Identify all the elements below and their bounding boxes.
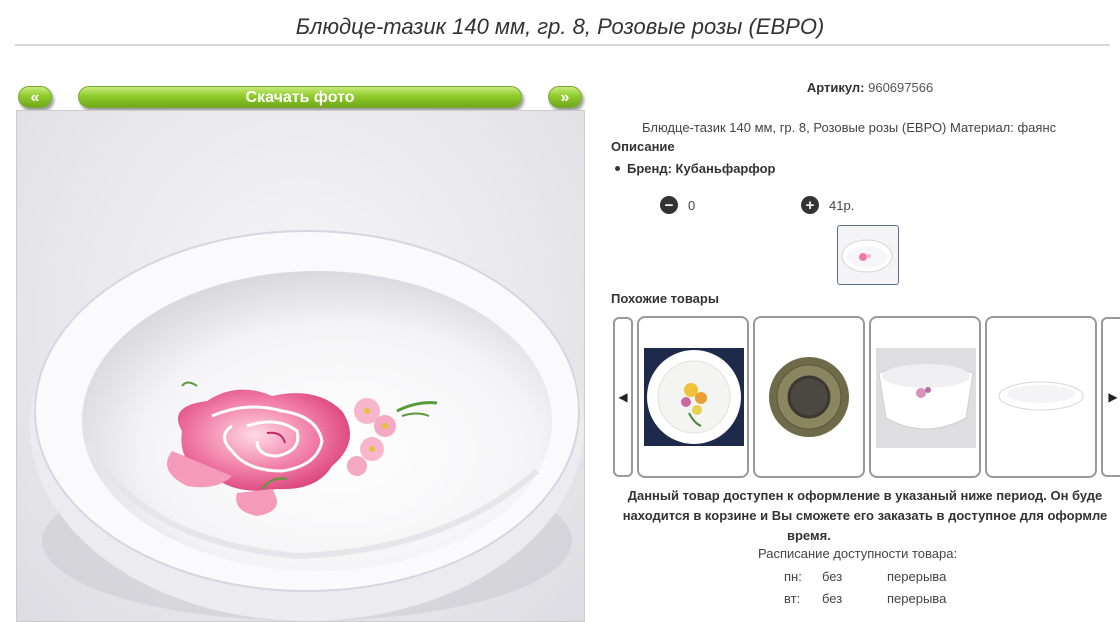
glass-plate-image xyxy=(769,357,849,437)
saucer-thumbnail-image xyxy=(841,239,893,273)
schedule-from: без xyxy=(822,569,843,584)
white-saucer-image xyxy=(998,381,1084,411)
article-value: 960697566 xyxy=(868,80,934,95)
schedule-day: вт: xyxy=(784,591,801,606)
page-title: Блюдце-тазик 140 мм, гр. 8, Розовые розы… xyxy=(295,14,825,39)
similar-item[interactable] xyxy=(985,316,1097,478)
schedule-day: пн: xyxy=(784,569,802,584)
carousel-next-icon[interactable]: ▶ xyxy=(1101,317,1120,477)
availability-line: Данный товар доступен к оформление в ука… xyxy=(627,488,1103,503)
similar-item[interactable] xyxy=(637,316,749,478)
bowl-image xyxy=(876,348,976,448)
photo-thumbnail[interactable] xyxy=(837,225,899,285)
quantity-value: 0 xyxy=(688,197,696,213)
price-value: 41р. xyxy=(829,197,855,213)
schedule-heading: Расписание доступности товара: xyxy=(758,546,958,561)
brand-label: Бренд: Кубаньфарфор xyxy=(627,161,776,176)
schedule-to: перерыва xyxy=(887,591,947,606)
availability-line: время. xyxy=(787,528,831,543)
similar-heading: Похожие товары xyxy=(611,291,719,306)
similar-item[interactable] xyxy=(869,316,981,478)
description-heading: Описание xyxy=(611,139,675,154)
schedule-from: без xyxy=(822,591,843,606)
next-photo-button[interactable]: » xyxy=(548,86,582,108)
minus-icon[interactable]: − xyxy=(660,196,678,214)
article-number: Артикул: 960697566 xyxy=(740,80,1000,95)
schedule-to: перерыва xyxy=(887,569,947,584)
availability-line: находится в корзине и Вы сможете его зак… xyxy=(622,508,1108,523)
quantity-control: − 0 xyxy=(660,196,695,214)
brand-item: Бренд: Кубаньфарфор xyxy=(613,161,775,176)
availability-notice: Данный товар доступен к оформление в ука… xyxy=(585,486,1120,546)
article-label: Артикул: xyxy=(806,80,865,95)
product-photo xyxy=(16,110,585,622)
download-photo-button[interactable]: Скачать фото xyxy=(78,86,522,108)
title-divider xyxy=(15,44,1110,46)
similar-item[interactable] xyxy=(753,316,865,478)
prev-photo-button[interactable]: « xyxy=(18,86,52,108)
saucer-image xyxy=(30,230,584,621)
price-control: + 41р. xyxy=(801,196,854,214)
plate-flowers-image xyxy=(644,348,744,446)
product-description: Блюдце-тазик 140 мм, гр. 8, Розовые розы… xyxy=(642,120,1057,135)
plus-icon[interactable]: + xyxy=(801,196,819,214)
carousel-prev-icon[interactable]: ◀ xyxy=(613,317,633,477)
bullet-icon xyxy=(615,166,620,172)
